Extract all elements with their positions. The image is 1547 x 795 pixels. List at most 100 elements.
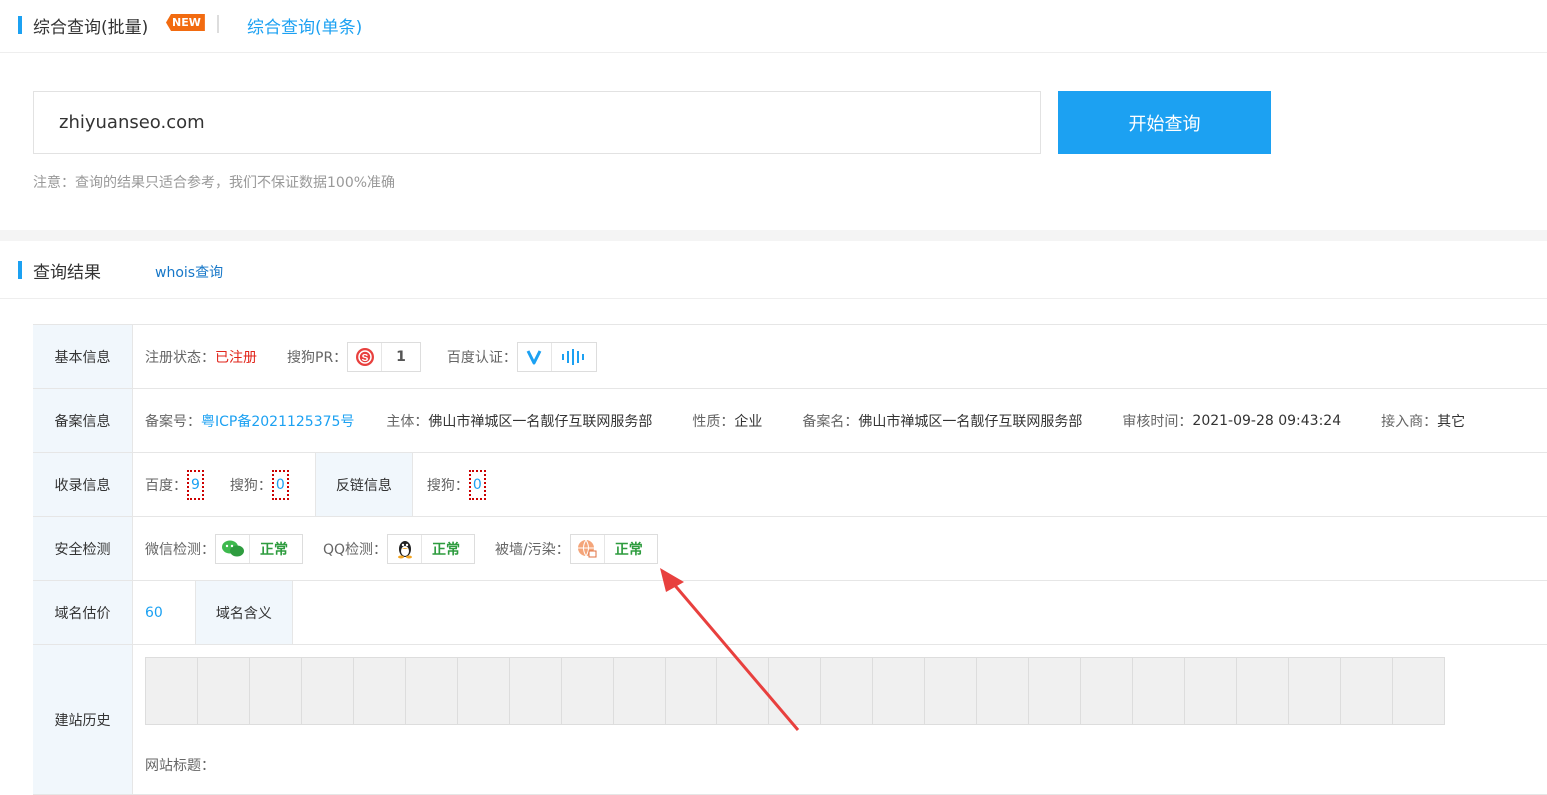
accuracy-notice: 注意：查询的结果只适合参考，我们不保证数据100%准确: [33, 175, 396, 191]
icp-time-value: 2021-09-28 09:43:24: [1192, 412, 1342, 429]
label-icp-info: 备案信息: [33, 389, 133, 452]
history-cell: [510, 658, 562, 724]
baidu-cert-box[interactable]: [516, 341, 597, 372]
sogou-pr-box[interactable]: S 1: [347, 341, 421, 372]
history-cell: [406, 658, 458, 724]
label-security-check: 安全检测: [33, 517, 133, 580]
qq-check-box[interactable]: 正常: [387, 533, 476, 564]
sogou-icon: S: [348, 342, 383, 371]
baidu-cert-key: 百度认证：: [446, 349, 517, 366]
backlink-sogou-value[interactable]: 0: [468, 469, 486, 500]
history-cell: [198, 658, 250, 724]
globe-lock-icon: [571, 534, 605, 563]
history-cell: [1185, 658, 1238, 724]
icp-time-key: 审核时间：: [1122, 413, 1193, 430]
icp-no-key: 备案号：: [145, 413, 201, 430]
sogou-index-value[interactable]: 0: [271, 469, 289, 500]
row-security-check: 安全检测 微信检测： 正常 QQ检测： 正常 被墙/污染： 正常: [33, 517, 1547, 581]
history-cell: [614, 658, 666, 724]
history-cell: [1133, 658, 1186, 724]
site-title-key: 网站标题：: [145, 758, 215, 774]
top-tabs-bar: 综合查询(批量) NEW 综合查询(单条): [0, 0, 1547, 53]
icp-type-value: 企业: [734, 413, 763, 430]
history-cell: [1081, 658, 1134, 724]
wall-check-box[interactable]: 正常: [569, 533, 658, 564]
icp-no-link[interactable]: 粤ICP备2021125375号: [201, 411, 354, 431]
history-cell: [146, 658, 198, 724]
backlink-sogou-key: 搜狗：: [426, 477, 469, 494]
qq-penguin-icon: [388, 534, 423, 563]
section-marker: [18, 16, 22, 34]
reg-status-value: 已注册: [215, 349, 257, 366]
row-index-info: 收录信息 百度： 9 搜狗： 0 反链信息 搜狗： 0: [33, 453, 1547, 517]
history-grid: [145, 657, 1445, 725]
result-header: 查询结果 whois查询: [0, 241, 1547, 299]
history-cell: [873, 658, 926, 724]
icp-name-value: 佛山市禅城区一名靓仔互联网服务部: [858, 413, 1083, 430]
icp-name-key: 备案名：: [802, 413, 859, 430]
history-cell: [562, 658, 614, 724]
baidu-v-icon: [518, 342, 552, 371]
whois-link[interactable]: whois查询: [155, 262, 223, 282]
sogou-index-key: 搜狗：: [229, 477, 272, 494]
icp-isp-value: 其它: [1437, 413, 1466, 430]
icp-isp-key: 接入商：: [1381, 413, 1438, 430]
icp-type-key: 性质：: [692, 413, 735, 430]
reg-status-key: 注册状态：: [145, 349, 215, 366]
label-backlink-info: 反链信息: [314, 453, 413, 516]
row-basic-info: 基本信息 注册状态： 已注册 搜狗PR： S 1 百度认证：: [33, 325, 1547, 389]
new-badge: NEW: [166, 14, 205, 31]
history-cell: [977, 658, 1030, 724]
qq-check-key: QQ检测：: [323, 541, 388, 558]
label-domain-meaning: 域名含义: [194, 581, 293, 644]
label-basic-info: 基本信息: [33, 325, 133, 388]
history-cell: [1341, 658, 1393, 724]
label-index-info: 收录信息: [33, 453, 133, 516]
history-cell: [250, 658, 302, 724]
row-icp-info: 备案信息 备案号： 粤ICP备2021125375号 主体： 佛山市禅城区一名靓…: [33, 389, 1547, 453]
sogou-pr-key: 搜狗PR：: [287, 349, 348, 366]
wechat-icon: [216, 534, 250, 563]
baidu-index-value[interactable]: 9: [187, 469, 204, 500]
history-cell: [769, 658, 822, 724]
baidu-audio-icon: [552, 343, 596, 371]
start-query-button[interactable]: 开始查询: [1058, 91, 1271, 154]
history-cell: [458, 658, 510, 724]
tab-single-query[interactable]: 综合查询(单条): [247, 13, 362, 38]
row-domain-valuation: 域名估价 60 域名含义: [33, 581, 1547, 645]
history-cell: [666, 658, 718, 724]
row-site-history: 建站历史 网站标题：: [33, 645, 1547, 795]
history-cell: [302, 658, 354, 724]
history-cell: [354, 658, 406, 724]
baidu-index-key: 百度：: [145, 477, 187, 494]
wechat-check-key: 微信检测：: [145, 541, 215, 558]
search-section: 开始查询 注意：查询的结果只适合参考，我们不保证数据100%准确: [0, 53, 1547, 230]
domain-valuation-value[interactable]: 60: [145, 605, 163, 621]
tab-divider: [217, 15, 219, 33]
wall-check-key: 被墙/污染：: [495, 541, 570, 558]
wall-check-value: 正常: [614, 541, 643, 558]
sogou-pr-value: 1: [396, 348, 406, 365]
qq-check-value: 正常: [432, 541, 461, 558]
history-cell: [1289, 658, 1341, 724]
history-timeline: [145, 657, 1445, 725]
label-site-history: 建站历史: [33, 645, 133, 794]
info-table: 基本信息 注册状态： 已注册 搜狗PR： S 1 百度认证： 备案信息 备案号：…: [33, 324, 1547, 795]
svg-text:S: S: [361, 353, 368, 364]
tab-batch-query[interactable]: 综合查询(批量): [33, 13, 148, 38]
icp-owner-key: 主体：: [386, 413, 429, 430]
label-domain-valuation: 域名估价: [33, 581, 133, 644]
history-cell: [717, 658, 770, 724]
result-title: 查询结果: [33, 263, 101, 283]
section-gap: [0, 230, 1547, 241]
history-cell: [925, 658, 978, 724]
wechat-check-box[interactable]: 正常: [215, 533, 303, 564]
icp-owner-value: 佛山市禅城区一名靓仔互联网服务部: [428, 413, 653, 430]
history-cell: [1029, 658, 1082, 724]
domain-search-input[interactable]: [33, 91, 1041, 154]
history-cell: [1393, 658, 1444, 724]
history-cell: [821, 658, 874, 724]
wechat-check-value: 正常: [260, 541, 288, 558]
section-marker: [18, 261, 22, 279]
history-cell: [1237, 658, 1289, 724]
